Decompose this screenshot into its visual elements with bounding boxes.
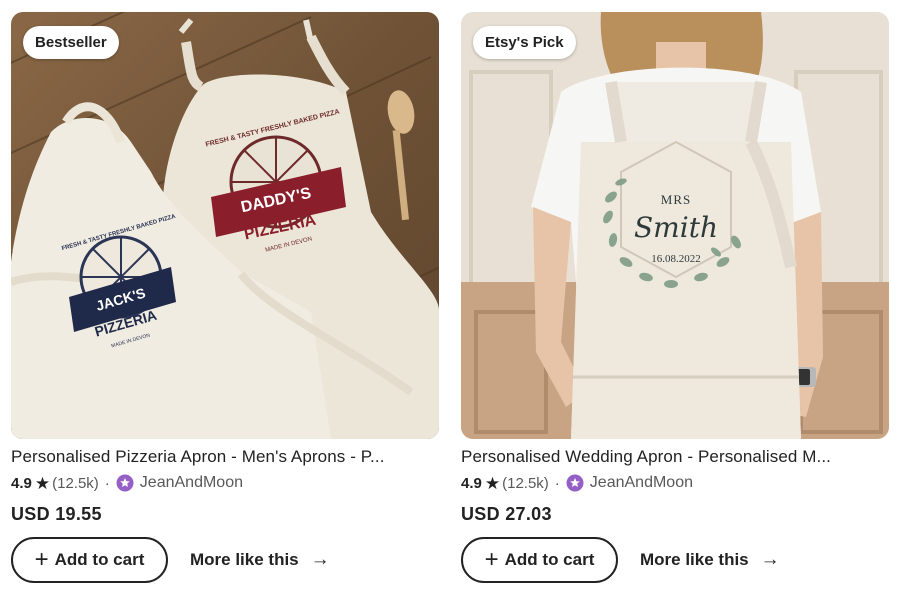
product-image[interactable]: MRS Smith 16.08.2022 Etsy's Pick <box>461 12 889 439</box>
review-count: (12.5k) <box>502 474 549 492</box>
shop-name[interactable]: JeanAndMoon <box>140 474 243 492</box>
star-icon: ★ <box>484 473 501 493</box>
more-like-this-label: More like this <box>640 550 749 569</box>
product-title[interactable]: Personalised Pizzeria Apron - Men's Apro… <box>11 446 439 468</box>
product-meta: 4.9 ★ (12.5k) · JeanAndMoon <box>461 472 889 494</box>
separator-dot: · <box>104 474 110 492</box>
add-to-cart-label: Add to cart <box>504 550 595 569</box>
product-meta: 4.9 ★ (12.5k) · JeanAndMoon <box>11 472 439 494</box>
arrow-right-icon: → <box>310 549 330 570</box>
apron-date: 16.08.2022 <box>651 253 701 265</box>
shop-name[interactable]: JeanAndMoon <box>590 474 693 492</box>
product-price: USD 19.55 <box>11 504 102 524</box>
star-icon: ★ <box>34 473 51 493</box>
product-card[interactable]: DADDY'S PIZZERIA FRESH & TASTY FRESHLY B… <box>11 12 439 583</box>
star-seller-icon <box>566 474 584 492</box>
product-image[interactable]: DADDY'S PIZZERIA FRESH & TASTY FRESHLY B… <box>11 12 439 439</box>
arrow-right-icon: → <box>760 549 780 570</box>
more-like-this-label: More like this <box>190 550 299 569</box>
rating-value: 4.9 <box>461 474 482 492</box>
separator-dot: · <box>554 474 560 492</box>
plus-icon: + <box>484 546 499 573</box>
product-card[interactable]: MRS Smith 16.08.2022 Etsy's Pick Persona… <box>461 12 889 583</box>
more-like-this-link[interactable]: More like this → <box>190 549 330 571</box>
product-actions: + Add to cart More like this → <box>11 537 439 583</box>
bestseller-badge: Bestseller <box>23 26 119 59</box>
product-title[interactable]: Personalised Wedding Apron - Personalise… <box>461 446 889 468</box>
apron-mrs: MRS <box>661 192 691 207</box>
product-actions: + Add to cart More like this → <box>461 537 889 583</box>
pizzeria-aprons-photo: DADDY'S PIZZERIA FRESH & TASTY FRESHLY B… <box>11 12 439 439</box>
add-to-cart-button[interactable]: + Add to cart <box>11 537 168 583</box>
etsys-pick-badge: Etsy's Pick <box>473 26 576 59</box>
more-like-this-link[interactable]: More like this → <box>640 549 780 571</box>
add-to-cart-label: Add to cart <box>54 550 145 569</box>
review-count: (12.5k) <box>52 474 99 492</box>
product-price: USD 27.03 <box>461 504 552 524</box>
rating-value: 4.9 <box>11 474 32 492</box>
star-seller-icon <box>116 474 134 492</box>
plus-icon: + <box>34 546 49 573</box>
wedding-apron-photo: MRS Smith 16.08.2022 <box>461 12 889 439</box>
add-to-cart-button[interactable]: + Add to cart <box>461 537 618 583</box>
apron-name: Smith <box>634 211 718 244</box>
